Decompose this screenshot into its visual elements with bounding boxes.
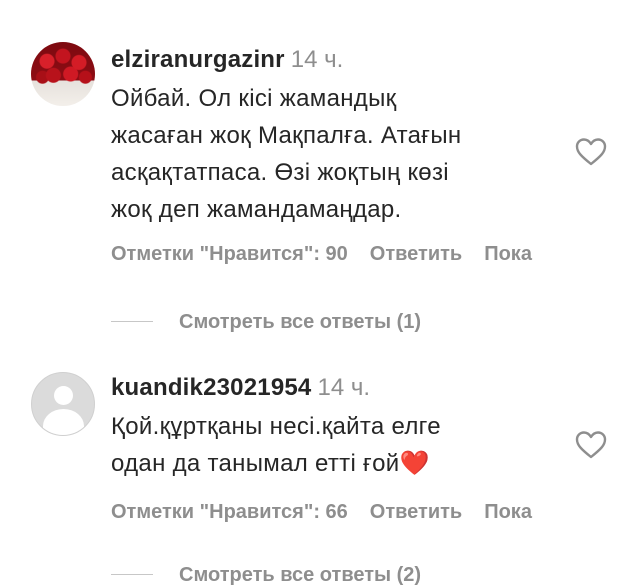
comment-actions: Отметки "Нравится": 90 Ответить Пока <box>111 242 554 266</box>
divider <box>111 321 153 322</box>
view-replies-label: Смотреть все ответы (1) <box>179 311 422 333</box>
view-replies-button[interactable]: Смотреть все ответы (1) <box>111 310 631 334</box>
comment-actions: Отметки "Нравится": 66 Ответить Пока <box>111 500 554 524</box>
comment-text-line: Ойбай. Ол кісі жамандық <box>111 85 397 112</box>
comment-text-line: асқақтатпаса. Өзі жоқтың көзі <box>111 159 449 186</box>
username[interactable]: elziranurgazinr <box>111 46 285 73</box>
heart-outline-icon[interactable] <box>575 137 607 167</box>
comment-text-line: жоқ деп жамандамаңдар. <box>111 196 402 223</box>
show-translation-button[interactable]: Пока <box>484 243 532 265</box>
comment-header: elziranurgazinr 14 ч. <box>111 46 343 74</box>
username[interactable]: kuandik23021954 <box>111 374 311 401</box>
divider <box>111 574 153 575</box>
view-replies-label: Смотреть все ответы (2) <box>179 564 422 586</box>
comment-text: Ойбай. Ол кісі жамандық жасаған жоқ Мақп… <box>111 80 531 228</box>
timestamp[interactable]: 14 ч. <box>291 46 344 73</box>
likes-count-link[interactable]: Отметки "Нравится": 90 <box>111 243 348 265</box>
show-translation-button[interactable]: Пока <box>484 501 532 523</box>
avatar[interactable] <box>31 42 95 106</box>
heart-outline-icon[interactable] <box>575 430 607 460</box>
comment-text-line: жасаған жоқ Мақпалға. Атағын <box>111 122 462 149</box>
comment-text-line: одан да танымал етті ғой❤️ <box>111 450 430 477</box>
timestamp[interactable]: 14 ч. <box>317 374 370 401</box>
avatar[interactable] <box>31 372 95 436</box>
likes-count-link[interactable]: Отметки "Нравится": 66 <box>111 501 348 523</box>
comment-text: Қой.құртқаны несі.қайта елге одан да тан… <box>111 408 531 482</box>
avatar-body-shape <box>43 409 84 435</box>
comment-text-line: Қой.құртқаны несі.қайта елге <box>111 413 441 440</box>
reply-button[interactable]: Ответить <box>370 501 462 523</box>
view-replies-button[interactable]: Смотреть все ответы (2) <box>111 563 631 587</box>
reply-button[interactable]: Ответить <box>370 243 462 265</box>
comment-header: kuandik23021954 14 ч. <box>111 374 370 402</box>
avatar-head-shape <box>54 386 73 405</box>
